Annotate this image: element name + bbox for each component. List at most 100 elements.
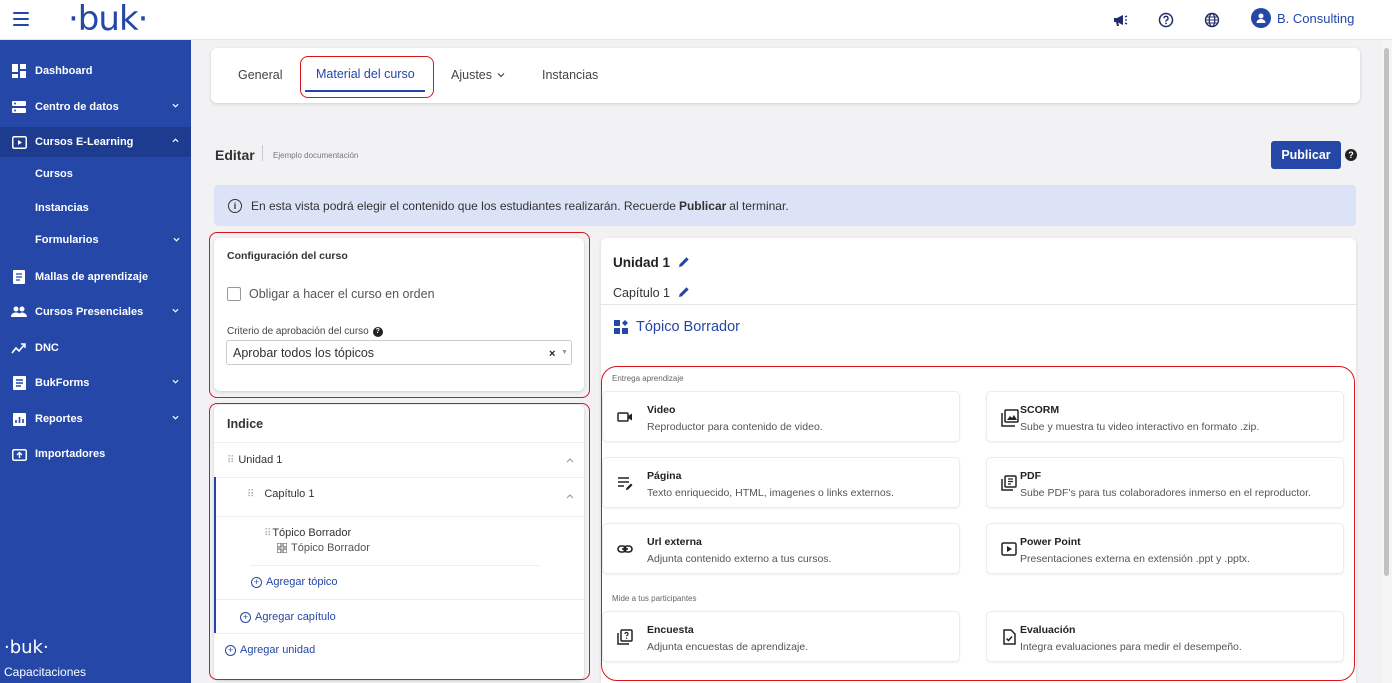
sidebar-item-reportes[interactable]: Reportes [0, 404, 191, 434]
chevron-down-icon [173, 237, 180, 242]
grid-icon [277, 543, 287, 553]
buk-logo[interactable]: ·buk· [68, 2, 148, 36]
tab-general[interactable]: General [238, 68, 282, 82]
add-capitulo-label: Agregar capítulo [255, 611, 336, 623]
drag-handle-icon[interactable]: ⠿ [264, 528, 271, 539]
drag-handle-icon[interactable]: ⠿ [227, 455, 234, 466]
index-topico-row[interactable]: ⠿ Tópico Borrador [264, 527, 351, 539]
sidebar-item-bukforms[interactable]: BukForms [0, 368, 191, 398]
database-icon [11, 99, 27, 115]
scrollbar-thumb[interactable] [1384, 48, 1389, 576]
tab-instancias[interactable]: Instancias [542, 68, 598, 82]
user-menu-button[interactable]: B. Consulting [1251, 8, 1354, 28]
option-desc: Sube PDF's para tus colaboradores inmers… [1020, 487, 1311, 499]
page-title: Editar [215, 147, 255, 163]
option-title: SCORM [1020, 404, 1060, 416]
sidebar-item-mallas[interactable]: Mallas de aprendizaje [0, 262, 191, 292]
sidebar-item-label: Cursos Presenciales [35, 306, 144, 318]
help-icon[interactable] [1156, 10, 1176, 30]
criterio-label: Criterio de aprobación del curso ? [227, 326, 383, 337]
divider [216, 516, 584, 517]
index-capitulo-label: Capítulo 1 [264, 488, 315, 500]
tab-ajustes[interactable]: Ajustes [451, 68, 505, 82]
option-video[interactable]: Video Reproductor para contenido de vide… [602, 391, 960, 442]
add-topico-label: Agregar tópico [266, 576, 338, 588]
option-title: Video [647, 404, 676, 416]
sidebar-item-label: Cursos E-Learning [35, 136, 134, 148]
option-power-point[interactable]: Power Point Presentaciones externa en ex… [986, 523, 1344, 574]
order-checkbox[interactable] [227, 287, 241, 301]
option-pagina[interactable]: Página Texto enriquecido, HTML, imagenes… [602, 457, 960, 508]
sidebar-subitem-instancias[interactable]: Instancias [35, 202, 89, 214]
option-title: Encuesta [647, 624, 694, 636]
add-topico-link[interactable]: + Agregar tópico [251, 576, 338, 588]
index-capitulo-row[interactable]: ⠿ Capítulo 1 [247, 488, 314, 500]
title-divider [262, 145, 263, 161]
option-url-externa[interactable]: Url externa Adjunta contenido externo a … [602, 523, 960, 574]
divider [214, 633, 584, 634]
edit-pencil-icon[interactable] [678, 286, 690, 298]
sidebar-subitem-formularios[interactable]: Formularios [35, 234, 185, 246]
banner-bold: Publicar [678, 198, 727, 213]
sidebar-item-label: Centro de datos [35, 101, 119, 113]
option-pdf[interactable]: PDF Sube PDF's para tus colaboradores in… [986, 457, 1344, 508]
drag-handle-icon[interactable]: ⠿ [247, 489, 254, 500]
topic-title-text: Tópico Borrador [636, 319, 740, 335]
option-desc: Texto enriquecido, HTML, imagenes o link… [647, 487, 894, 499]
plus-circle-icon: + [240, 611, 251, 623]
sidebar-item-label: Reportes [35, 413, 83, 425]
question-icon[interactable]: ? [1345, 149, 1357, 161]
page-icon [618, 477, 633, 490]
sidebar-item-dnc[interactable]: DNC [0, 333, 191, 363]
index-unidad-label: Unidad 1 [238, 454, 283, 466]
divider [601, 304, 1356, 305]
sidebar-item-dashboard[interactable]: Dashboard [0, 56, 191, 86]
option-title: Url externa [647, 536, 702, 548]
order-checkbox-row[interactable]: Obligar a hacer el curso en orden [227, 287, 435, 301]
sidebar-subitem-cursos[interactable]: Cursos [35, 168, 73, 180]
publish-button[interactable]: Publicar [1271, 141, 1341, 169]
index-unidad-row[interactable]: ⠿ Unidad 1 [227, 454, 282, 466]
people-icon [11, 304, 27, 320]
unidad-active-bar [214, 477, 216, 633]
option-desc: Adjunta encuestas de aprendizaje. [647, 641, 809, 653]
sidebar-item-cursos-presenciales[interactable]: Cursos Presenciales [0, 297, 191, 327]
criterio-value: Aprobar todos los tópicos [233, 345, 375, 360]
section-label-entrega: Entrega aprendizaje [612, 374, 684, 383]
chevron-up-icon[interactable] [566, 458, 574, 463]
option-scorm[interactable]: SCORM Sube y muestra tu video interactiv… [986, 391, 1344, 442]
add-unidad-link[interactable]: + Agregar unidad [225, 644, 315, 656]
clear-icon[interactable]: × [549, 348, 555, 360]
section-label-mide: Mide a tus participantes [612, 594, 697, 603]
tab-ajustes-label: Ajustes [451, 68, 492, 82]
config-title: Configuración del curso [227, 250, 348, 262]
banner-text: En esta vista podrá elegir el contenido … [251, 198, 676, 213]
menu-icon[interactable] [13, 12, 29, 26]
chevron-down-icon [497, 73, 505, 78]
active-tab-indicator [305, 90, 425, 92]
question-icon[interactable]: ? [372, 326, 383, 337]
chevron-up-icon[interactable] [566, 494, 574, 499]
index-card [214, 405, 584, 680]
caret-down-icon[interactable]: ▼ [561, 349, 568, 356]
index-topico-label: Tópico Borrador [272, 527, 352, 539]
tab-material-del-curso[interactable]: Material del curso [316, 67, 415, 81]
sidebar-item-label: BukForms [35, 377, 90, 389]
sidebar-item-centro-de-datos[interactable]: Centro de datos [0, 92, 191, 122]
option-evaluacion[interactable]: Evaluación Integra evaluaciones para med… [986, 611, 1344, 662]
option-encuesta[interactable]: Encuesta Adjunta encuestas de aprendizaj… [602, 611, 960, 662]
order-checkbox-label: Obligar a hacer el curso en orden [249, 287, 435, 301]
option-title: PDF [1020, 470, 1041, 482]
criterio-select[interactable]: Aprobar todos los tópicos [226, 340, 572, 365]
sidebar-item-cursos-e-learning[interactable]: Cursos E-Learning [0, 127, 191, 157]
option-desc: Sube y muestra tu video interactivo en f… [1020, 421, 1260, 433]
powerpoint-icon [1001, 542, 1017, 556]
globe-icon[interactable] [1202, 10, 1222, 30]
sidebar-item-importadores[interactable]: Importadores [0, 439, 191, 469]
index-topico-sub-label: Tópico Borrador [291, 542, 370, 554]
announcement-icon[interactable] [1110, 10, 1130, 30]
page-subtitle: Ejemplo documentación [273, 151, 359, 160]
edit-pencil-icon[interactable] [678, 256, 690, 268]
user-name: B. Consulting [1277, 10, 1355, 26]
add-capitulo-link[interactable]: + Agregar capítulo [240, 611, 336, 623]
